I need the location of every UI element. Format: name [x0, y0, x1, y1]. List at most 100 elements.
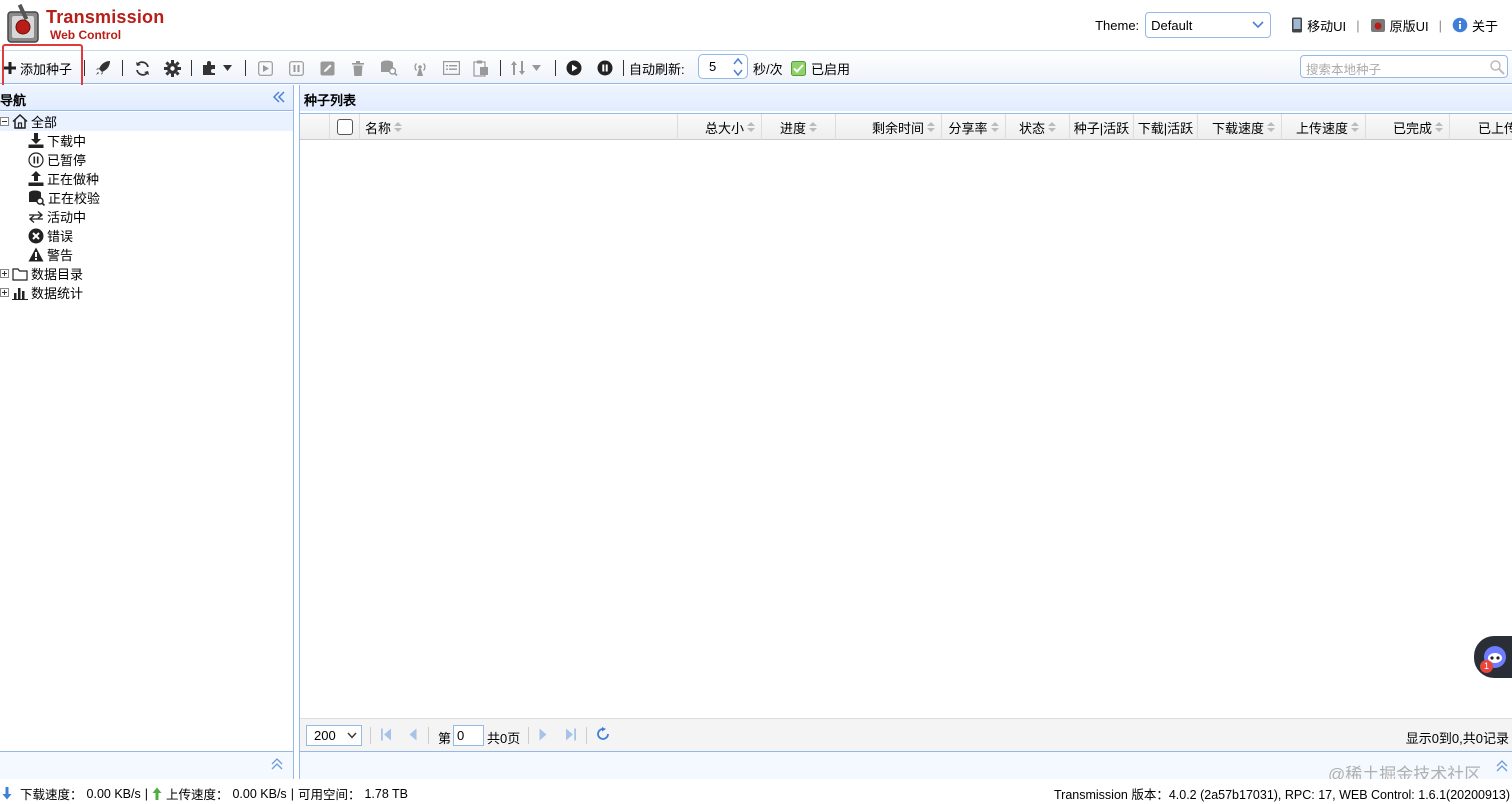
column-size[interactable]: 总大小: [678, 114, 762, 140]
auto-refresh-value: 5: [709, 59, 717, 74]
column-progress[interactable]: 进度: [762, 114, 836, 140]
theme-value: Default: [1151, 17, 1193, 33]
expand-up-icon[interactable]: [271, 758, 283, 770]
expand-up-icon[interactable]: [1496, 760, 1508, 772]
error-icon: [28, 228, 44, 243]
column-status[interactable]: 状态: [1006, 114, 1070, 140]
status-left: 下载速度： 0.00 KB/s | 上传速度： 0.00 KB/s | 可用空间…: [2, 784, 408, 803]
copy-path-button[interactable]: [472, 57, 490, 79]
column-remaining-time[interactable]: 剩余时间: [836, 114, 942, 140]
clipboard-icon: [473, 60, 488, 77]
folder-icon: [12, 267, 28, 281]
notification-badge: 1: [1480, 660, 1493, 673]
info-icon: [1452, 17, 1468, 33]
reannounce-button[interactable]: [411, 57, 429, 79]
next-page-icon[interactable]: [539, 728, 547, 741]
search-input[interactable]: 搜索本地种子: [1300, 55, 1508, 78]
header-right: Theme: Default 移动UI | 原版UI | 关于: [1095, 12, 1498, 38]
page-size-select[interactable]: 200: [306, 725, 362, 746]
prev-page-icon[interactable]: [409, 728, 417, 741]
nav-item-error[interactable]: 错误: [28, 226, 73, 245]
nav-item-downloading[interactable]: 下载中: [28, 131, 86, 150]
column-download-speed[interactable]: 下载速度: [1198, 114, 1282, 140]
start-button[interactable]: [256, 57, 274, 79]
column-name[interactable]: 名称: [360, 114, 678, 140]
nav-item-warning[interactable]: 警告: [28, 245, 73, 264]
upload-icon: [28, 171, 44, 186]
start-all-button[interactable]: [94, 57, 112, 79]
expand-toggle-icon[interactable]: [0, 288, 9, 297]
puzzle-icon: [203, 61, 215, 75]
original-ui-link[interactable]: 原版UI: [1370, 16, 1429, 35]
torrent-list-button[interactable]: [442, 57, 460, 79]
caret-down-icon: [532, 65, 541, 71]
select-all-checkbox[interactable]: [330, 114, 360, 140]
nav-footer: [0, 751, 294, 779]
nav-item-active[interactable]: 活动中: [28, 207, 86, 226]
free-space-value: 1.78 TB: [364, 786, 409, 801]
spinner-arrows-icon[interactable]: [732, 56, 744, 78]
column-upload-speed[interactable]: 上传速度: [1282, 114, 1366, 140]
collapse-toggle-icon[interactable]: [0, 117, 9, 126]
chevron-down-icon: [1250, 17, 1266, 33]
edit-icon: [320, 61, 334, 75]
column-seeders[interactable]: 种子|活跃: [1070, 114, 1134, 140]
delete-button[interactable]: [349, 57, 367, 79]
rename-button[interactable]: [318, 57, 336, 79]
rocket-icon: [96, 61, 110, 75]
pause-all-circle-button[interactable]: [596, 57, 614, 79]
theme-select[interactable]: Default: [1145, 12, 1272, 38]
nav-item-paused[interactable]: 已暂停: [28, 150, 86, 169]
column-completed[interactable]: 已完成: [1366, 114, 1450, 140]
broadcast-icon: [414, 63, 426, 76]
nav-item-checking[interactable]: 正在校验: [28, 188, 100, 207]
nav-item-data-folders[interactable]: 数据目录: [0, 264, 83, 283]
pagination-bar: 200 第 0 共0页 显示0到0,共0记录: [300, 718, 1512, 751]
collapse-left-icon[interactable]: [273, 91, 285, 103]
status-bar: 下载速度： 0.00 KB/s | 上传速度： 0.00 KB/s | 可用空间…: [0, 779, 1512, 804]
search-icon[interactable]: [1489, 59, 1505, 75]
page-prefix: 第: [438, 731, 452, 746]
column-uploaded[interactable]: 已上传: [1450, 114, 1512, 140]
pause-button[interactable]: [287, 57, 305, 79]
mobile-ui-link[interactable]: 移动UI: [1291, 16, 1346, 35]
free-space-label: 可用空间：: [297, 788, 361, 802]
recheck-button[interactable]: [379, 57, 399, 79]
list-icon: [442, 61, 460, 75]
page-number-input[interactable]: 0: [453, 725, 484, 746]
pause-square-icon: [288, 60, 304, 76]
auto-refresh-spinner[interactable]: 5: [698, 54, 748, 79]
column-leechers[interactable]: 下载|活跃: [1134, 114, 1198, 140]
auto-refresh-label: 自动刷新:: [629, 61, 685, 77]
original-ui-icon: [1370, 19, 1385, 32]
caret-down-icon: [223, 65, 232, 71]
column-ratio[interactable]: 分享率: [942, 114, 1006, 140]
plugins-menu-button[interactable]: [201, 57, 232, 79]
expand-toggle-icon[interactable]: [0, 269, 9, 278]
check-icon: [29, 190, 45, 206]
records-summary: 显示0到0,共0记录: [1405, 731, 1509, 746]
last-page-icon[interactable]: [565, 728, 576, 741]
sort-icon: [1435, 121, 1443, 133]
chevron-down-icon: [347, 732, 357, 739]
nav-item-seeding[interactable]: 正在做种: [28, 169, 99, 188]
reload-icon[interactable]: [596, 727, 610, 741]
search-placeholder: 搜索本地种子: [1306, 63, 1382, 77]
queue-menu-button[interactable]: [510, 57, 541, 79]
sort-icon: [809, 121, 817, 133]
sort-icon: [927, 121, 935, 133]
theme-label: Theme:: [1095, 17, 1140, 33]
first-page-icon[interactable]: [381, 728, 392, 741]
auto-refresh-enabled-checkbox[interactable]: 已启用: [791, 57, 850, 79]
nav-item-all[interactable]: 全部: [0, 112, 293, 131]
nav-item-statistics[interactable]: 数据统计: [0, 283, 83, 302]
nav-panel: 导航 全部 下载中 已暂停 正在做种 正在校验 活动中 错误 警告 数据目录 数…: [0, 85, 294, 751]
upload-speed-value: 0.00 KB/s: [232, 786, 287, 801]
about-link[interactable]: 关于: [1452, 16, 1498, 35]
settings-button[interactable]: [163, 57, 181, 79]
chat-assistant-button[interactable]: 1: [1474, 636, 1512, 678]
start-all-circle-button[interactable]: [565, 57, 583, 79]
download-speed-label: 下载速度：: [20, 788, 83, 802]
refresh-button[interactable]: [132, 57, 152, 79]
pause-icon: [28, 151, 44, 168]
